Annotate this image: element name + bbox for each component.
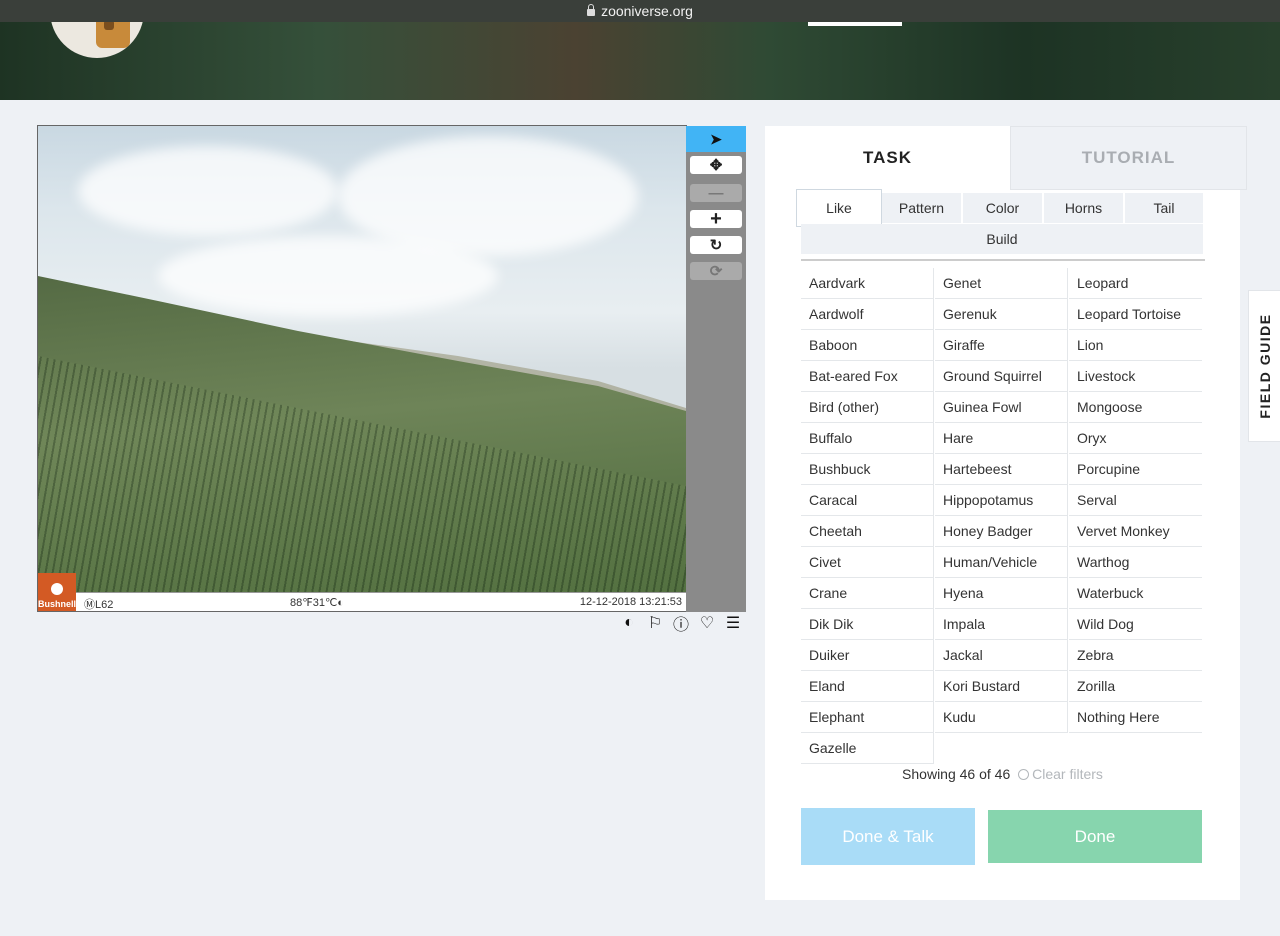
minus-icon: —	[708, 184, 724, 202]
species-choice[interactable]: Leopard Tortoise	[1069, 299, 1202, 330]
filter-horns-button[interactable]: Horns	[1044, 193, 1123, 223]
species-choice[interactable]: Honey Badger	[935, 516, 1068, 547]
reset-view-button[interactable]: ⟳	[690, 262, 742, 280]
viewer-toolbar: ➤ ✥ — + ↻ ⟳	[686, 126, 746, 612]
species-choice[interactable]: Buffalo	[801, 423, 934, 454]
species-choice[interactable]: Hippopotamus	[935, 485, 1068, 516]
active-nav-indicator	[808, 22, 902, 26]
info-icon[interactable]: ⓘ	[672, 614, 690, 634]
species-choice[interactable]: Human/Vehicle	[935, 547, 1068, 578]
species-choice[interactable]: Civet	[801, 547, 934, 578]
species-choice[interactable]: Eland	[801, 671, 934, 702]
species-choice[interactable]: Kudu	[935, 702, 1068, 733]
species-choice[interactable]: Vervet Monkey	[1069, 516, 1202, 547]
species-choice[interactable]: Aardwolf	[801, 299, 934, 330]
species-choice[interactable]: Gazelle	[801, 733, 934, 764]
url-text: zooniverse.org	[601, 3, 693, 19]
species-choice[interactable]: Hare	[935, 423, 1068, 454]
species-choice[interactable]: Bird (other)	[801, 392, 934, 423]
browser-url-bar[interactable]: zooniverse.org	[0, 0, 1280, 22]
move-icon: ✥	[709, 157, 723, 174]
task-tabs: TASK TUTORIAL	[765, 126, 1247, 190]
subject-actions: ◐ ⚐ ⓘ ♡ ☰	[620, 614, 742, 634]
species-choice[interactable]: Jackal	[935, 640, 1068, 671]
move-tool-button[interactable]: ✥	[690, 156, 742, 174]
pointer-icon: ➤	[710, 130, 722, 147]
zoom-out-button[interactable]: —	[690, 184, 742, 202]
camera-trap-photo[interactable]	[38, 126, 686, 592]
temperature-readout: 88℉31℃◐	[290, 597, 344, 609]
species-choice[interactable]: Genet	[935, 268, 1068, 299]
species-choice[interactable]: Hyena	[935, 578, 1068, 609]
species-choice[interactable]: Lion	[1069, 330, 1202, 361]
species-choice[interactable]: Elephant	[801, 702, 934, 733]
clear-filters-button[interactable]: Clear filters	[1018, 766, 1103, 782]
showing-count: Showing 46 of 46 Clear filters	[765, 766, 1240, 782]
plus-icon: +	[710, 207, 722, 230]
species-choice[interactable]: Cheetah	[801, 516, 934, 547]
species-choice[interactable]: Impala	[935, 609, 1068, 640]
filter-divider	[801, 259, 1205, 261]
flag-icon[interactable]: ⚐	[646, 614, 664, 632]
done-button[interactable]: Done	[988, 810, 1202, 863]
species-choice[interactable]: Gerenuk	[935, 299, 1068, 330]
species-choice[interactable]: Dik Dik	[801, 609, 934, 640]
rotate-icon: ↻	[709, 237, 723, 254]
species-choice[interactable]: Bat-eared Fox	[801, 361, 934, 392]
species-choice[interactable]: Crane	[801, 578, 934, 609]
species-choice[interactable]: Duiker	[801, 640, 934, 671]
species-choice[interactable]: Hartebeest	[935, 454, 1068, 485]
species-choice[interactable]: Serval	[1069, 485, 1202, 516]
species-choice[interactable]: Nothing Here	[1069, 702, 1202, 733]
species-choice[interactable]: Guinea Fowl	[935, 392, 1068, 423]
species-choice[interactable]: Baboon	[801, 330, 934, 361]
favorite-icon[interactable]: ♡	[698, 614, 716, 632]
field-guide-label: FIELD GUIDE	[1256, 313, 1273, 419]
filter-color-button[interactable]: Color	[963, 193, 1042, 223]
species-choice[interactable]: Wild Dog	[1069, 609, 1202, 640]
species-choice[interactable]: Porcupine	[1069, 454, 1202, 485]
species-choice[interactable]: Kori Bustard	[935, 671, 1068, 702]
filter-build-button[interactable]: Build	[801, 224, 1203, 254]
field-guide-tab[interactable]: FIELD GUIDE	[1248, 290, 1280, 442]
collections-icon[interactable]: ☰	[724, 614, 742, 632]
pointer-tool-button[interactable]: ➤	[686, 126, 746, 152]
species-choice[interactable]: Livestock	[1069, 361, 1202, 392]
clear-icon	[1018, 769, 1030, 780]
zoom-in-button[interactable]: +	[690, 207, 742, 230]
invert-icon[interactable]: ◐	[620, 614, 638, 632]
camera-info-bar: Bushnell ⓂL62 88℉31℃◐ 12-12-2018 13:21:5…	[38, 573, 686, 611]
task-panel: TASK TUTORIAL Like Pattern Color Horns T…	[765, 126, 1247, 900]
filter-like-button[interactable]: Like	[796, 189, 882, 227]
species-choice[interactable]: Leopard	[1069, 268, 1202, 299]
species-choice[interactable]: Warthog	[1069, 547, 1202, 578]
camera-id: ⓂL62	[84, 599, 114, 611]
species-choice[interactable]: Aardvark	[801, 268, 934, 299]
photo-timestamp: 12-12-2018 13:21:53	[579, 596, 682, 608]
species-choice[interactable]: Bushbuck	[801, 454, 934, 485]
done-and-talk-button[interactable]: Done & Talk	[801, 808, 975, 865]
filter-pattern-button[interactable]: Pattern	[882, 193, 961, 223]
reset-icon: ⟳	[709, 263, 723, 280]
species-choice[interactable]: Mongoose	[1069, 392, 1202, 423]
filter-tail-button[interactable]: Tail	[1125, 193, 1203, 223]
showing-text: Showing 46 of 46	[902, 766, 1011, 782]
species-choice[interactable]: Waterbuck	[1069, 578, 1202, 609]
tab-tutorial[interactable]: TUTORIAL	[1010, 126, 1247, 190]
rotate-button[interactable]: ↻	[690, 236, 742, 254]
species-choice[interactable]: Zorilla	[1069, 671, 1202, 702]
bushnell-logo: Bushnell	[38, 573, 76, 611]
species-choice[interactable]: Giraffe	[935, 330, 1068, 361]
tab-task[interactable]: TASK	[765, 126, 1010, 190]
species-choice[interactable]: Caracal	[801, 485, 934, 516]
species-choice[interactable]: Zebra	[1069, 640, 1202, 671]
lock-icon	[587, 3, 596, 16]
species-choice[interactable]: Ground Squirrel	[935, 361, 1068, 392]
subject-viewer[interactable]: Bushnell ⓂL62 88℉31℃◐ 12-12-2018 13:21:5…	[37, 125, 687, 612]
species-choice[interactable]: Oryx	[1069, 423, 1202, 454]
